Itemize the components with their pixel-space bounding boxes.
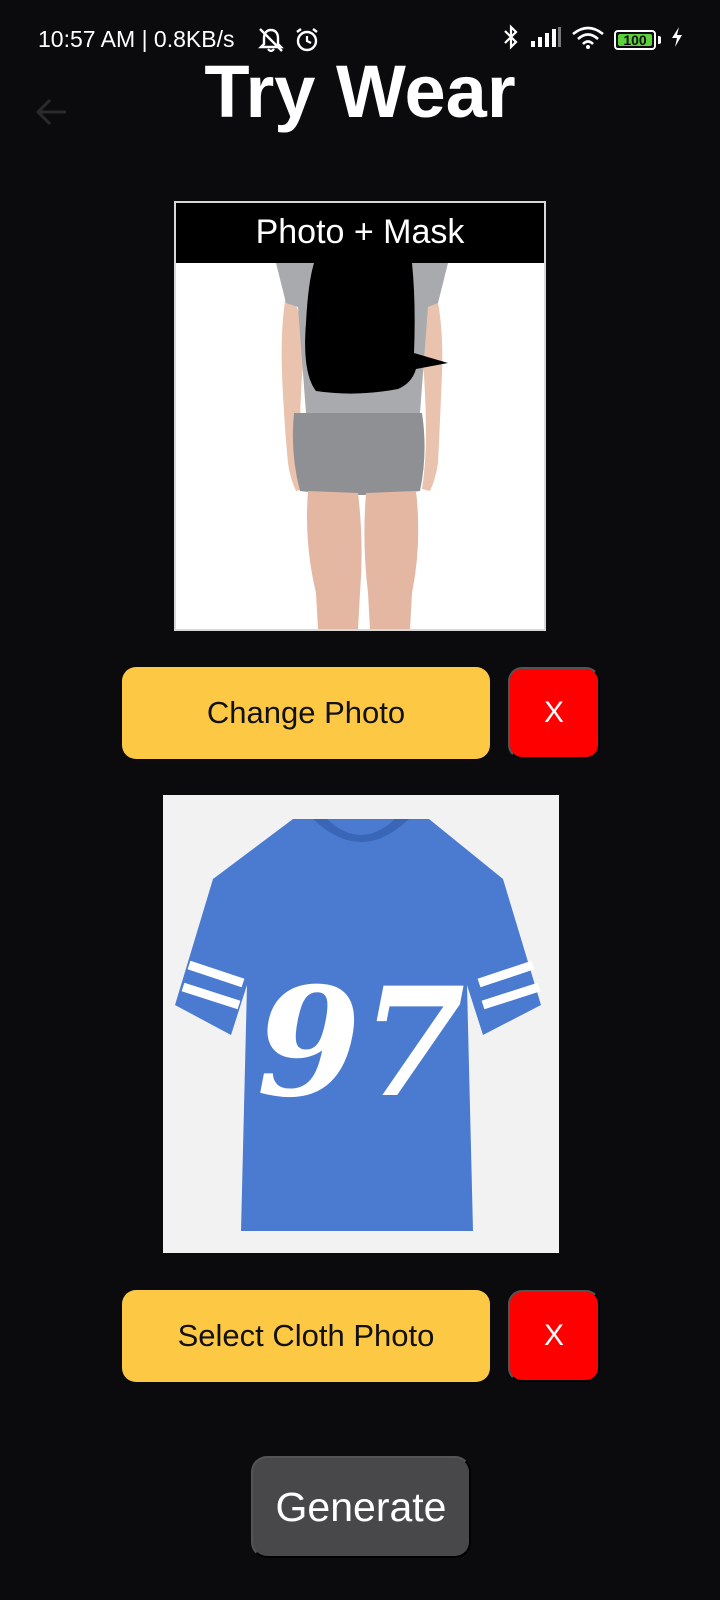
cloth-actions: Select Cloth Photo X: [122, 1290, 600, 1382]
photo-actions: Change Photo X: [122, 667, 600, 759]
battery-level: 100: [623, 31, 647, 48]
battery-icon: 100: [614, 29, 656, 50]
select-cloth-photo-button[interactable]: Select Cloth Photo: [122, 1290, 490, 1382]
photo-mask-card: Photo + Mask: [174, 201, 546, 631]
page-title: Try Wear: [204, 50, 516, 133]
generate-button[interactable]: Generate: [251, 1456, 471, 1558]
remove-photo-button[interactable]: X: [508, 667, 600, 759]
cloth-photo: 97: [163, 795, 559, 1253]
charging-icon: [670, 26, 684, 53]
status-time: 10:57 AM | 0.8KB/s: [38, 26, 235, 52]
remove-cloth-button[interactable]: X: [508, 1290, 600, 1382]
wifi-icon: [571, 25, 605, 54]
photo-card-label: Photo + Mask: [176, 203, 544, 263]
jersey-number: 97: [257, 955, 466, 1131]
change-photo-button[interactable]: Change Photo: [122, 667, 490, 759]
signal-icon: [530, 26, 562, 53]
person-photo: [176, 263, 544, 629]
